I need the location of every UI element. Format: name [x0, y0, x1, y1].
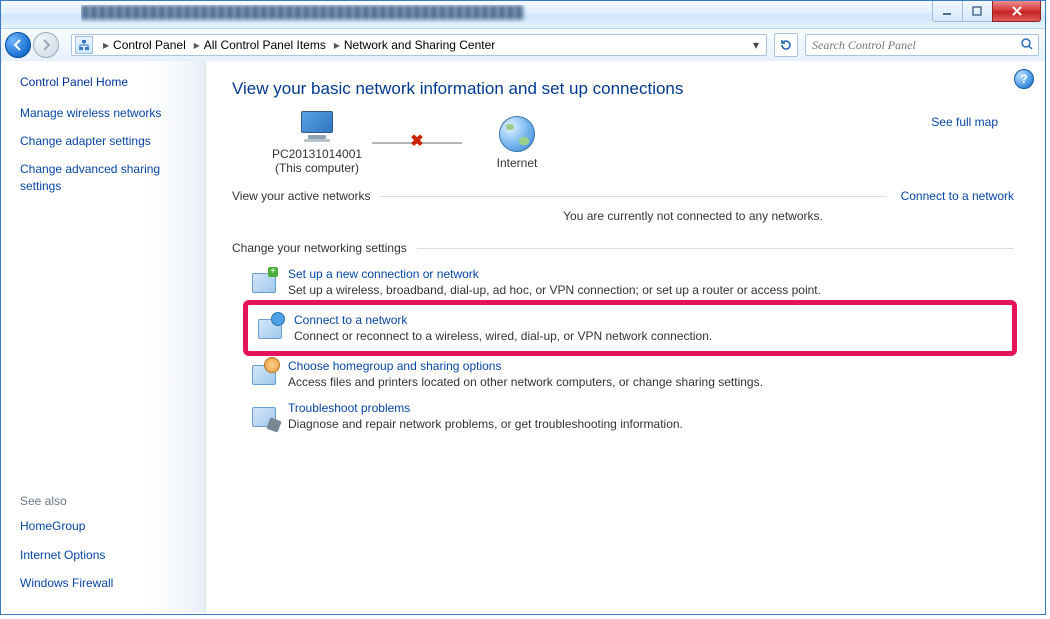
forward-button[interactable]: [33, 32, 59, 58]
sidebar-link-windows-firewall[interactable]: Windows Firewall: [20, 575, 195, 591]
map-node-internet[interactable]: Internet: [462, 116, 572, 170]
option-setup-connection[interactable]: + Set up a new connection or network Set…: [246, 261, 1014, 303]
titlebar: ████████████████████████████████████████…: [1, 1, 1045, 29]
control-panel-home-link[interactable]: Control Panel Home: [20, 75, 195, 89]
window-controls: [933, 1, 1041, 22]
sidebar-link-manage-wireless[interactable]: Manage wireless networks: [20, 105, 195, 121]
computer-sub: (This computer): [262, 161, 372, 175]
change-settings-header: Change your networking settings: [232, 241, 1014, 255]
globe-icon: [499, 116, 535, 152]
connect-network-icon: [256, 313, 284, 341]
page-title: View your basic network information and …: [232, 79, 1014, 99]
maximize-icon: [972, 6, 983, 17]
active-networks-header: View your active networks Connect to a n…: [232, 189, 1014, 203]
close-button[interactable]: [992, 1, 1041, 22]
close-icon: [1011, 5, 1023, 17]
body: Control Panel Home Manage wireless netwo…: [2, 61, 1044, 613]
option-desc: Diagnose and repair network problems, or…: [288, 417, 683, 431]
arrow-right-icon: [39, 38, 53, 52]
sidebar: Control Panel Home Manage wireless netwo…: [2, 61, 206, 613]
chevron-right-icon: ▸: [334, 38, 340, 52]
computer-name: PC20131014001: [262, 147, 372, 161]
connect-to-network-link[interactable]: Connect to a network: [901, 189, 1014, 203]
sidebar-link-internet-options[interactable]: Internet Options: [20, 547, 195, 563]
option-desc: Connect or reconnect to a wireless, wire…: [294, 329, 712, 343]
option-desc: Set up a wireless, broadband, dial-up, a…: [288, 283, 821, 297]
active-networks-label: View your active networks: [232, 189, 371, 203]
window: ████████████████████████████████████████…: [0, 0, 1046, 615]
search-icon[interactable]: [1020, 37, 1034, 54]
option-title: Connect to a network: [294, 313, 712, 327]
option-troubleshoot[interactable]: Troubleshoot problems Diagnose and repai…: [246, 395, 1014, 437]
address-bar[interactable]: ▸Control Panel ▸All Control Panel Items …: [71, 34, 767, 56]
network-center-icon: [75, 36, 93, 54]
help-icon[interactable]: ?: [1014, 69, 1034, 89]
see-also-label: See also: [20, 494, 195, 508]
maximize-button[interactable]: [962, 1, 993, 22]
breadcrumb[interactable]: ▸Control Panel: [97, 38, 188, 52]
back-button[interactable]: [5, 32, 31, 58]
map-node-this-computer[interactable]: PC20131014001 (This computer): [262, 111, 372, 175]
change-settings-label: Change your networking settings: [232, 241, 407, 255]
sidebar-link-advanced-sharing[interactable]: Change advanced sharing settings: [20, 161, 195, 193]
search-box[interactable]: [805, 34, 1039, 56]
not-connected-text: You are currently not connected to any n…: [372, 209, 1014, 223]
internet-label: Internet: [462, 156, 572, 170]
arrow-left-icon: [11, 38, 25, 52]
option-connect-network[interactable]: Connect to a network Connect or reconnec…: [246, 303, 1014, 353]
chevron-right-icon: ▸: [194, 38, 200, 52]
option-title: Troubleshoot problems: [288, 401, 683, 415]
see-full-map-link[interactable]: See full map: [931, 115, 998, 129]
chevron-right-icon: ▸: [103, 38, 109, 52]
minimize-button[interactable]: [932, 1, 963, 22]
option-title: Set up a new connection or network: [288, 267, 821, 281]
sidebar-link-adapter-settings[interactable]: Change adapter settings: [20, 133, 195, 149]
window-title: ████████████████████████████████████████…: [81, 5, 895, 23]
computer-icon: [297, 111, 337, 143]
sidebar-link-homegroup[interactable]: HomeGroup: [20, 518, 195, 534]
minimize-icon: [942, 6, 953, 17]
troubleshoot-icon: [250, 401, 278, 429]
option-homegroup-sharing[interactable]: Choose homegroup and sharing options Acc…: [246, 353, 1014, 395]
refresh-button[interactable]: [774, 33, 798, 57]
homegroup-icon: [250, 359, 278, 387]
network-map: See full map PC20131014001 (This compute…: [232, 111, 1014, 175]
search-input[interactable]: [810, 37, 1020, 54]
nav-arrows: [5, 32, 65, 58]
refresh-icon: [779, 38, 793, 52]
option-title: Choose homegroup and sharing options: [288, 359, 763, 373]
setup-connection-icon: +: [250, 267, 278, 295]
breadcrumb[interactable]: ▸Network and Sharing Center: [328, 38, 497, 52]
nav-row: ▸Control Panel ▸All Control Panel Items …: [1, 29, 1045, 62]
address-dropdown[interactable]: ▾: [748, 38, 764, 52]
option-desc: Access files and printers located on oth…: [288, 375, 763, 389]
disconnected-icon: ✖: [409, 135, 425, 151]
content: ? View your basic network information an…: [206, 61, 1044, 613]
connection-line: ✖: [372, 142, 462, 144]
breadcrumb[interactable]: ▸All Control Panel Items: [188, 38, 328, 52]
